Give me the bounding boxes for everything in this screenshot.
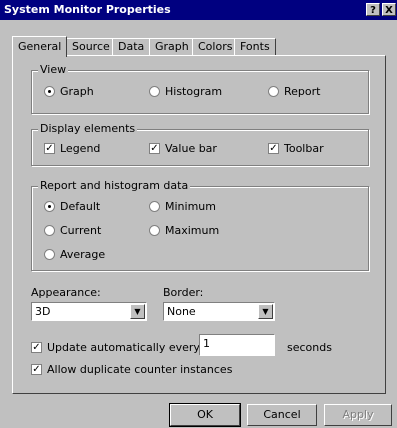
radio-icon (149, 201, 160, 212)
duplicates-label: Allow duplicate counter instances (47, 363, 233, 376)
border-value: None (167, 305, 196, 318)
toolbar-checkbox[interactable]: ✓ Toolbar (268, 142, 324, 155)
apply-button[interactable]: Apply (324, 404, 392, 426)
duplicates-checkbox[interactable]: ✓ Allow duplicate counter instances (31, 363, 232, 376)
report-data-legend: Report and histogram data (38, 179, 191, 192)
current-label: Current (60, 224, 102, 237)
default-radio[interactable]: Default (44, 200, 100, 213)
legend-checkbox[interactable]: ✓ Legend (44, 142, 100, 155)
default-label: Default (60, 200, 101, 213)
value-bar-label: Value bar (165, 142, 217, 155)
view-report-radio[interactable]: Report (268, 85, 320, 98)
radio-icon (44, 249, 55, 260)
view-graph-label: Graph (60, 85, 94, 98)
view-histogram-label: Histogram (165, 85, 223, 98)
value-bar-checkbox[interactable]: ✓ Value bar (149, 142, 217, 155)
toolbar-label: Toolbar (284, 142, 324, 155)
view-graph-radio[interactable]: Graph (44, 85, 94, 98)
title-bar: System Monitor Properties ? X (0, 0, 397, 20)
radio-icon (268, 86, 279, 97)
checkmark-icon: ✓ (268, 143, 279, 154)
display-elements-group: Display elements ✓ Legend ✓ Value bar ✓ … (31, 122, 369, 166)
update-checkbox[interactable]: ✓ Update automatically every: (31, 341, 203, 354)
dropdown-arrow-icon[interactable]: ▼ (130, 304, 145, 319)
tab-source[interactable]: Source (66, 38, 116, 55)
view-group: View Graph Histogram Report (31, 63, 369, 114)
radio-selected-icon (44, 201, 55, 212)
tab-data[interactable]: Data (112, 38, 151, 55)
report-data-group: Report and histogram data Default Curren… (31, 179, 369, 271)
minimum-label: Minimum (165, 200, 216, 213)
view-histogram-radio[interactable]: Histogram (149, 85, 222, 98)
radio-icon (149, 86, 160, 97)
checkmark-icon: ✓ (44, 143, 55, 154)
maximum-label: Maximum (165, 224, 220, 237)
ok-button[interactable]: OK (169, 403, 241, 427)
checkmark-icon: ✓ (31, 364, 42, 375)
radio-icon (149, 225, 160, 236)
tab-graph[interactable]: Graph (149, 38, 195, 55)
update-label: Update automatically every: (47, 341, 203, 354)
maximum-radio[interactable]: Maximum (149, 224, 219, 237)
close-button[interactable]: X (382, 3, 396, 16)
minimum-radio[interactable]: Minimum (149, 200, 216, 213)
view-report-label: Report (284, 85, 321, 98)
window-title: System Monitor Properties (4, 3, 171, 16)
seconds-label: seconds (287, 341, 332, 354)
appearance-label: Appearance: (31, 286, 101, 299)
help-button[interactable]: ? (366, 3, 380, 16)
general-panel: View Graph Histogram Report Display elem… (12, 55, 386, 394)
display-elements-legend: Display elements (38, 122, 138, 135)
cancel-button[interactable]: Cancel (247, 404, 317, 426)
appearance-value: 3D (35, 305, 51, 318)
average-radio[interactable]: Average (44, 248, 105, 261)
checkmark-icon: ✓ (149, 143, 160, 154)
border-select[interactable]: None ▼ (163, 302, 275, 321)
update-interval-input[interactable]: 1 (199, 334, 275, 356)
tab-colors[interactable]: Colors (192, 38, 239, 55)
average-label: Average (60, 248, 106, 261)
appearance-select[interactable]: 3D ▼ (31, 302, 147, 321)
dropdown-arrow-icon[interactable]: ▼ (258, 304, 273, 319)
radio-icon (44, 225, 55, 236)
view-legend: View (38, 63, 69, 76)
tab-general[interactable]: General (12, 36, 68, 57)
legend-label: Legend (60, 142, 101, 155)
checkmark-icon: ✓ (31, 342, 42, 353)
current-radio[interactable]: Current (44, 224, 101, 237)
radio-selected-icon (44, 86, 55, 97)
border-label: Border: (163, 286, 204, 299)
tab-fonts[interactable]: Fonts (234, 38, 276, 55)
